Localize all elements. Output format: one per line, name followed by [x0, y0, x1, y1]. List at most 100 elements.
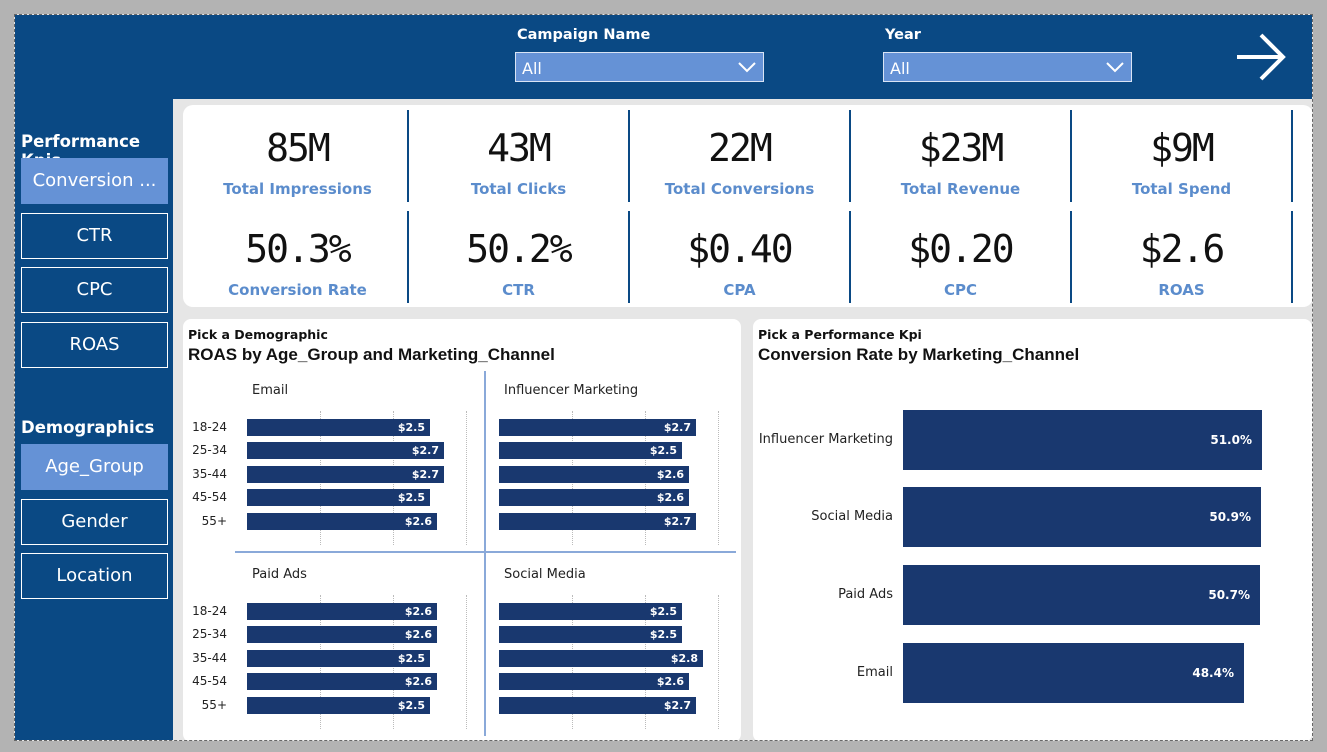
category-label: Email	[856, 665, 893, 680]
kpi-label: CPC	[943, 281, 977, 299]
category-label: 45-54	[192, 674, 227, 688]
kpi-total-conversions: 22M Total Conversions	[630, 110, 851, 202]
kpi-button-ctr[interactable]: CTR	[21, 213, 168, 259]
facet-title-social-media: Social Media	[504, 567, 586, 582]
data-label: $2.6	[404, 605, 432, 618]
kpi-total-spend: $9M Total Spend	[1072, 110, 1293, 202]
data-label: $2.5	[397, 699, 425, 712]
data-label: $2.7	[411, 468, 439, 481]
facet-title-email: Email	[252, 383, 289, 398]
kpi-value: $9M	[1150, 126, 1215, 170]
data-label: $2.6	[656, 675, 684, 688]
gridline	[466, 411, 467, 545]
data-label: $2.6	[404, 675, 432, 688]
kpi-value: $23M	[918, 126, 1005, 170]
data-label: $2.5	[397, 491, 425, 504]
demo-button-location[interactable]: Location	[21, 553, 168, 599]
kpi-value: 85M	[266, 126, 331, 170]
kpi-label: Total Conversions	[664, 180, 815, 198]
kpi-label: ROAS	[1158, 281, 1205, 299]
campaign-filter-label: Campaign Name	[517, 27, 651, 43]
kpi-divider	[1291, 110, 1293, 202]
roas-chart-title: ROAS by Age_Group and Marketing_Channel	[188, 345, 555, 364]
pick-performance-kpi-label: Pick a Performance Kpi	[758, 327, 922, 342]
kpi-value: 43M	[487, 126, 552, 170]
conversion-rate-chart-panel: Pick a Performance Kpi Conversion Rate b…	[753, 319, 1312, 740]
kpi-value: $0.20	[908, 227, 1014, 271]
data-label: 51.0%	[1210, 433, 1252, 447]
data-label: $2.7	[663, 699, 691, 712]
kpi-roas: $2.6 ROAS	[1072, 211, 1293, 303]
kpi-total-clicks: 43M Total Clicks	[409, 110, 630, 202]
data-label: $2.8	[670, 652, 698, 665]
data-label: 48.4%	[1192, 666, 1234, 680]
kpi-value: $0.40	[687, 227, 793, 271]
data-label: $2.5	[397, 421, 425, 434]
demographics-title: Demographics	[21, 418, 155, 437]
sidebar: Performance Kpis Conversion ... CTR CPC …	[15, 99, 173, 740]
data-label: $2.6	[404, 515, 432, 528]
kpi-label: Total Spend	[1131, 180, 1232, 198]
chevron-down-icon	[738, 62, 756, 73]
data-label: $2.6	[656, 468, 684, 481]
data-label: $2.6	[404, 628, 432, 641]
chevron-down-icon	[1106, 62, 1124, 73]
kpi-cpa: $0.40 CPA	[630, 211, 851, 303]
data-label: $2.5	[649, 628, 677, 641]
category-label: 45-54	[192, 490, 227, 504]
kpi-label: CPA	[723, 281, 756, 299]
gridline	[718, 595, 719, 729]
kpi-button-cpc[interactable]: CPC	[21, 267, 168, 313]
demo-button-gender[interactable]: Gender	[21, 499, 168, 545]
category-label: Paid Ads	[838, 587, 893, 602]
kpi-button-conversion[interactable]: Conversion ...	[21, 158, 168, 204]
gridline	[466, 595, 467, 729]
data-label: $2.6	[656, 491, 684, 504]
year-dropdown-value: All	[890, 59, 910, 78]
kpi-divider	[1291, 211, 1293, 303]
kpi-label: Total Revenue	[900, 180, 1021, 198]
kpi-value: $2.6	[1139, 227, 1226, 271]
kpi-label: CTR	[502, 281, 535, 299]
kpi-label: Total Clicks	[470, 180, 567, 198]
conversion-rate-chart-title: Conversion Rate by Marketing_Channel	[758, 345, 1080, 364]
year-dropdown[interactable]: All	[883, 52, 1132, 82]
campaign-dropdown[interactable]: All	[515, 52, 764, 82]
category-label: 55+	[201, 514, 227, 528]
demo-button-age-group[interactable]: Age_Group	[21, 444, 168, 490]
data-label: $2.7	[663, 421, 691, 434]
report-canvas: Campaign Name All Year All Performance K…	[14, 14, 1313, 741]
gridline	[718, 411, 719, 545]
kpi-button-roas[interactable]: ROAS	[21, 322, 168, 368]
category-label: 35-44	[192, 467, 227, 481]
category-label: 55+	[201, 698, 227, 712]
category-label: 18-24	[192, 420, 227, 434]
data-label: $2.5	[649, 605, 677, 618]
arrow-right-icon[interactable]	[1233, 29, 1289, 85]
kpi-total-impressions: 85M Total Impressions	[188, 110, 409, 202]
campaign-dropdown-value: All	[522, 59, 542, 78]
top-bar: Campaign Name All Year All	[15, 15, 1312, 99]
roas-chart-panel: Pick a Demographic ROAS by Age_Group and…	[183, 319, 741, 740]
kpi-label: Conversion Rate	[228, 281, 367, 299]
kpi-ctr: 50.2% CTR	[409, 211, 630, 303]
kpi-total-revenue: $23M Total Revenue	[851, 110, 1072, 202]
kpi-value: 22M	[708, 126, 773, 170]
category-label: 25-34	[192, 627, 227, 641]
category-label: 18-24	[192, 604, 227, 618]
category-label: 35-44	[192, 651, 227, 665]
kpi-label: Total Impressions	[223, 180, 372, 198]
kpi-cpc: $0.20 CPC	[851, 211, 1072, 303]
data-label: 50.9%	[1209, 510, 1251, 524]
facet-divider-vertical	[484, 371, 486, 736]
kpi-card-panel: 85M Total Impressions 43M Total Clicks 2…	[183, 105, 1312, 307]
kpi-conversion-rate: 50.3% Conversion Rate	[188, 211, 409, 303]
data-label: $2.7	[663, 515, 691, 528]
category-label: Social Media	[811, 509, 893, 524]
data-label: 50.7%	[1208, 588, 1250, 602]
data-label: $2.7	[411, 444, 439, 457]
facet-title-influencer-marketing: Influencer Marketing	[504, 383, 639, 398]
facet-divider-horizontal	[235, 551, 736, 553]
category-label: 25-34	[192, 443, 227, 457]
kpi-value: 50.3%	[245, 227, 351, 271]
